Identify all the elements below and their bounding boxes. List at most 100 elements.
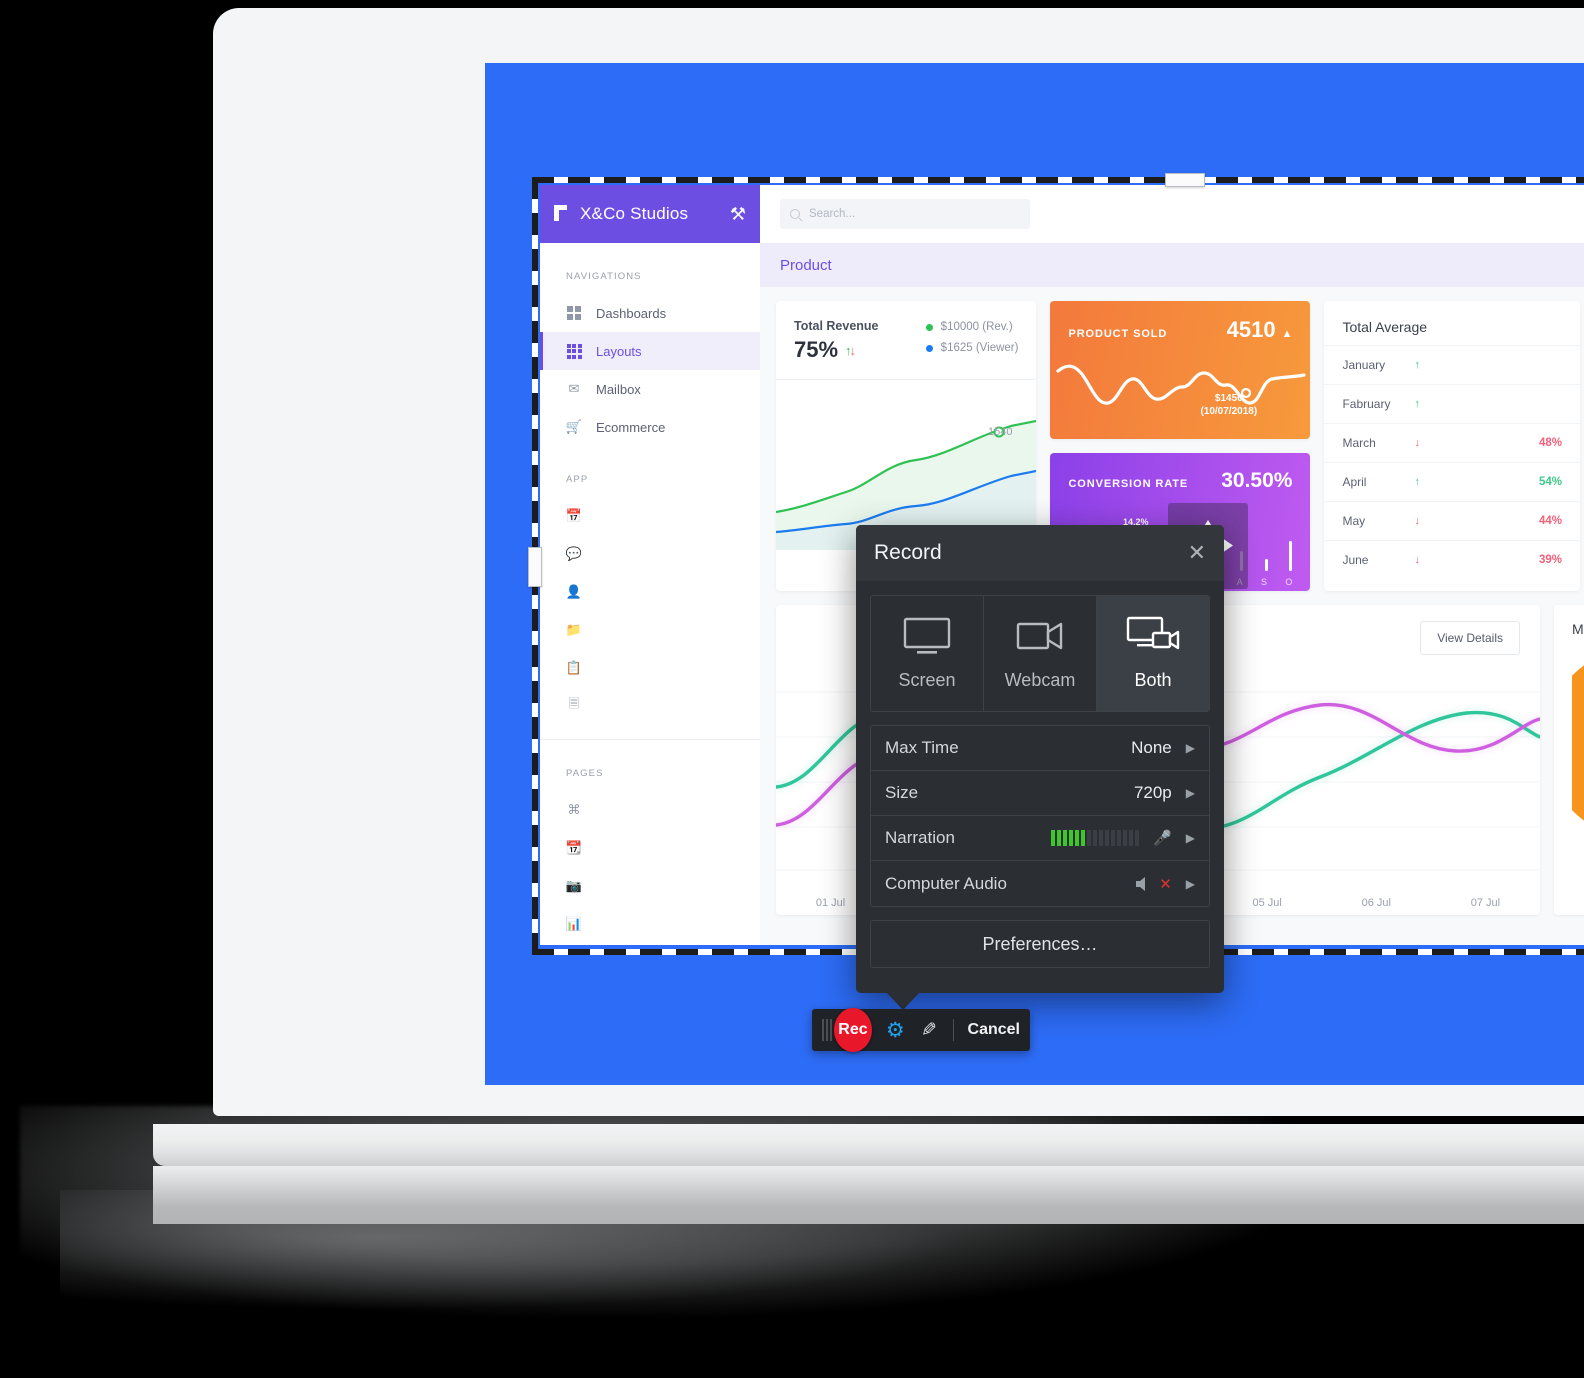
sidebar-item-tasks[interactable]: 📋 [540,649,760,687]
search-input[interactable]: Search... [780,199,1030,229]
screenshot-root: X&Co Studios ⚒ NAVIGATIONS Dashboards La… [0,0,1584,1378]
x-tick: 06 Jul [1361,897,1391,909]
audio-level-meter [1051,830,1140,846]
record-dialog-title: Record [874,541,942,564]
legend-item-revenue: $10000 (Rev.) [925,321,1019,333]
sidebar-item-charts[interactable]: 📊 [540,905,760,943]
cancel-button[interactable]: Cancel [968,1021,1020,1039]
laptop-lid: X&Co Studios ⚒ NAVIGATIONS Dashboards La… [153,8,1584,1224]
wrench-icon[interactable]: ⚒ [730,204,746,225]
product-sold-card: PRODUCT SOLD 4510 ▲ $1450 (10/07/2018) [1050,301,1311,439]
sidebar-item-label: Mailbox [596,381,641,397]
option-computer-audio[interactable]: Computer Audio ✕ ▶ [871,861,1209,906]
percent-value: 39% [1538,554,1562,566]
month-label: March [1342,436,1376,450]
record-dialog-header: Record ✕ [856,525,1224,581]
table-row: March ↓ 48% [1324,423,1580,462]
view-details-button[interactable]: View Details [1420,621,1520,655]
monthly-income-card: Monthly Income 48 Total Income: [1554,605,1584,915]
record-dialog-body: Screen Webcam Both Max Time None ▶ Size … [856,581,1224,982]
table-row: January ↑ [1324,345,1580,384]
option-size[interactable]: Size 720p ▶ [871,771,1209,816]
month-label: April [1342,475,1367,489]
table-row: May ↓ 44% [1324,501,1580,540]
sidebar-item-contacts[interactable]: 👤 [540,573,760,611]
sidebar-item-layouts[interactable]: Layouts [540,332,760,370]
option-narration[interactable]: Narration 🎤 ▶ [871,816,1209,861]
trend-up-icon: ↑ [1414,359,1420,371]
contact-icon: 👤 [565,584,583,599]
option-max-time[interactable]: Max Time None ▶ [871,726,1209,771]
option-label: Size [885,783,919,802]
sidebar-header: X&Co Studios ⚒ [540,185,760,243]
sidebar-item-files[interactable]: 📁 [540,611,760,649]
record-button[interactable]: Rec [834,1008,872,1052]
gear-icon[interactable]: ⚙ [886,1018,905,1043]
conversion-rate-value: 30.50% [1221,469,1293,492]
sidebar-item-label: Dashboards [596,305,667,321]
month-label: June [1342,553,1369,567]
total-income-label: Total Income: 12,650 [1554,885,1584,899]
search-placeholder: Search... [809,208,856,220]
x-tick: 05 Jul [1252,897,1282,909]
chevron-right-icon: ▶ [1185,741,1195,755]
record-mode-group: Screen Webcam Both [870,595,1210,712]
record-mode-screen[interactable]: Screen [871,596,984,711]
record-mode-webcam[interactable]: Webcam [984,596,1097,711]
clipboard-icon: 📋 [565,660,583,675]
sidebar-item-calendar[interactable]: 📅 [540,497,760,535]
sidebar-item-dashboards[interactable]: Dashboards [540,294,760,332]
drag-handle[interactable] [822,1019,835,1041]
monthly-income-title: Monthly Income [1572,621,1584,637]
product-sold-tooltip: $1450 (10/07/2018) [1200,393,1257,418]
total-average-title: Total Average [1342,319,1428,335]
record-mode-label: Both [1134,670,1172,690]
sidebar-item-ecommerce[interactable]: 🛒 Ecommerce [540,408,760,446]
pencil-icon[interactable]: ✎ [921,1019,937,1042]
product-sold-value: 4510 [1226,317,1276,342]
record-mode-both[interactable]: Both [1097,596,1209,711]
sidebar-item-gallery[interactable]: 📷 [540,867,760,905]
product-sold-label: PRODUCT SOLD [1068,328,1168,340]
trend-up-icon: ▲ [1281,328,1293,340]
preferences-button[interactable]: Preferences… [870,920,1210,968]
laptop-screen: X&Co Studios ⚒ NAVIGATIONS Dashboards La… [485,63,1584,1085]
sidebar-item-events[interactable]: 📆 [540,829,760,867]
month-label: May [1342,514,1366,528]
option-label: Narration [885,828,955,847]
month-label: O [1285,577,1293,587]
invoice-icon: 🗏 [568,696,580,711]
gallery-icon: 📷 [565,878,583,893]
sidebar-item-invoice[interactable]: 🗏 [540,687,760,725]
envelope-icon: ✉ [568,381,580,396]
chat-icon: 💬 [565,546,583,561]
laptop-base [153,1124,1584,1166]
brand-logo-icon [554,205,572,223]
sidebar-item-chat[interactable]: 💬 [540,535,760,573]
grid-icon [566,306,582,320]
sidebar-section-navigations: NAVIGATIONS [566,271,642,282]
close-icon[interactable]: ✕ [1188,542,1206,564]
trend-up-icon: ↑ [1414,398,1420,410]
option-label: Computer Audio [885,873,1007,893]
record-mode-label: Webcam [1004,670,1076,690]
calendar-icon: 📅 [565,508,583,523]
table-row: Fabruary ↑ [1324,384,1580,423]
month-label: Fabruary [1342,397,1391,411]
option-value: None [1131,738,1172,757]
sidebar-item-label: Layouts [596,343,642,359]
camcorder-icon [1016,622,1063,650]
total-revenue-label: Total Revenue [794,319,879,333]
table-row: April ↑ 54% [1324,462,1580,501]
month-label: S [1260,577,1267,587]
monthly-income-donut [1572,665,1584,821]
search-icon [790,209,800,219]
sidebar: X&Co Studios ⚒ NAVIGATIONS Dashboards La… [540,185,760,945]
total-average-card: Total Average January ↑ Fabruary ↑ March… [1324,301,1580,591]
brand-name: X&Co Studios [580,204,689,223]
trend-down-icon: ↓ [1414,437,1420,449]
conversion-rate-label: CONVERSION RATE [1068,478,1189,490]
sidebar-item-pricing[interactable]: ⌘ [540,791,760,829]
sidebar-item-mailbox[interactable]: ✉ Mailbox [540,370,760,408]
product-sold-sparkline [1056,364,1307,405]
